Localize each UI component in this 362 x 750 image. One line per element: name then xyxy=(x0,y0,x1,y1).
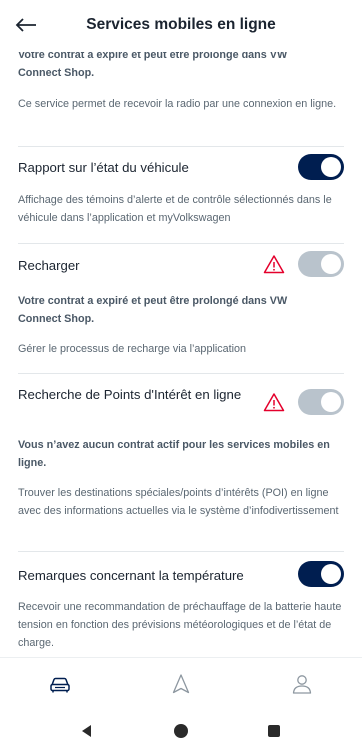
service-title: Recharger xyxy=(18,258,80,273)
system-back-icon[interactable] xyxy=(79,723,95,739)
contract-warning: Vous n’avez aucun contrat actif pour les… xyxy=(18,439,330,469)
service-description: Affichage des témoins d’alerte et de con… xyxy=(18,194,332,224)
header: Services mobiles en ligne xyxy=(0,0,362,52)
page-title: Services mobiles en ligne xyxy=(86,16,276,33)
navigation-arrow-icon[interactable] xyxy=(169,672,193,696)
recharge-toggle[interactable] xyxy=(298,251,344,277)
system-navigation-bar xyxy=(0,713,362,750)
toggle-knob xyxy=(321,157,341,177)
toggle-knob xyxy=(321,564,341,584)
services-list[interactable]: Votre contrat a expiré et peut être prol… xyxy=(0,40,362,657)
user-icon[interactable] xyxy=(290,672,314,696)
warning-icon[interactable] xyxy=(263,392,285,412)
service-description: Trouver les destinations spéciales/point… xyxy=(18,487,339,517)
service-title: Remarques concernant la température xyxy=(18,568,244,583)
service-description: Recevoir une recommandation de préchauff… xyxy=(18,601,342,649)
temperature-notes-toggle[interactable] xyxy=(298,561,344,587)
vehicle-report-toggle[interactable] xyxy=(298,154,344,180)
poi-search-toggle[interactable] xyxy=(298,389,344,415)
service-title: Recherche de Points d'Intérêt en ligne xyxy=(18,387,242,402)
divider xyxy=(18,373,344,374)
warning-icon[interactable] xyxy=(263,254,285,274)
service-description: Ce service permet de recevoir la radio p… xyxy=(18,98,337,110)
toggle-knob xyxy=(321,392,341,412)
service-title: Rapport sur l’état du véhicule xyxy=(18,160,189,175)
service-description: Gérer le processus de recharge via l’app… xyxy=(18,343,247,355)
bottom-navigation xyxy=(0,657,362,714)
divider xyxy=(18,551,344,552)
toggle-knob xyxy=(321,254,341,274)
divider xyxy=(18,243,344,244)
contract-warning: Votre contrat a expiré et peut être prol… xyxy=(18,295,288,325)
car-icon[interactable] xyxy=(48,672,72,696)
system-home-icon[interactable] xyxy=(173,723,189,739)
divider xyxy=(18,146,344,147)
system-recents-icon[interactable] xyxy=(266,723,282,739)
